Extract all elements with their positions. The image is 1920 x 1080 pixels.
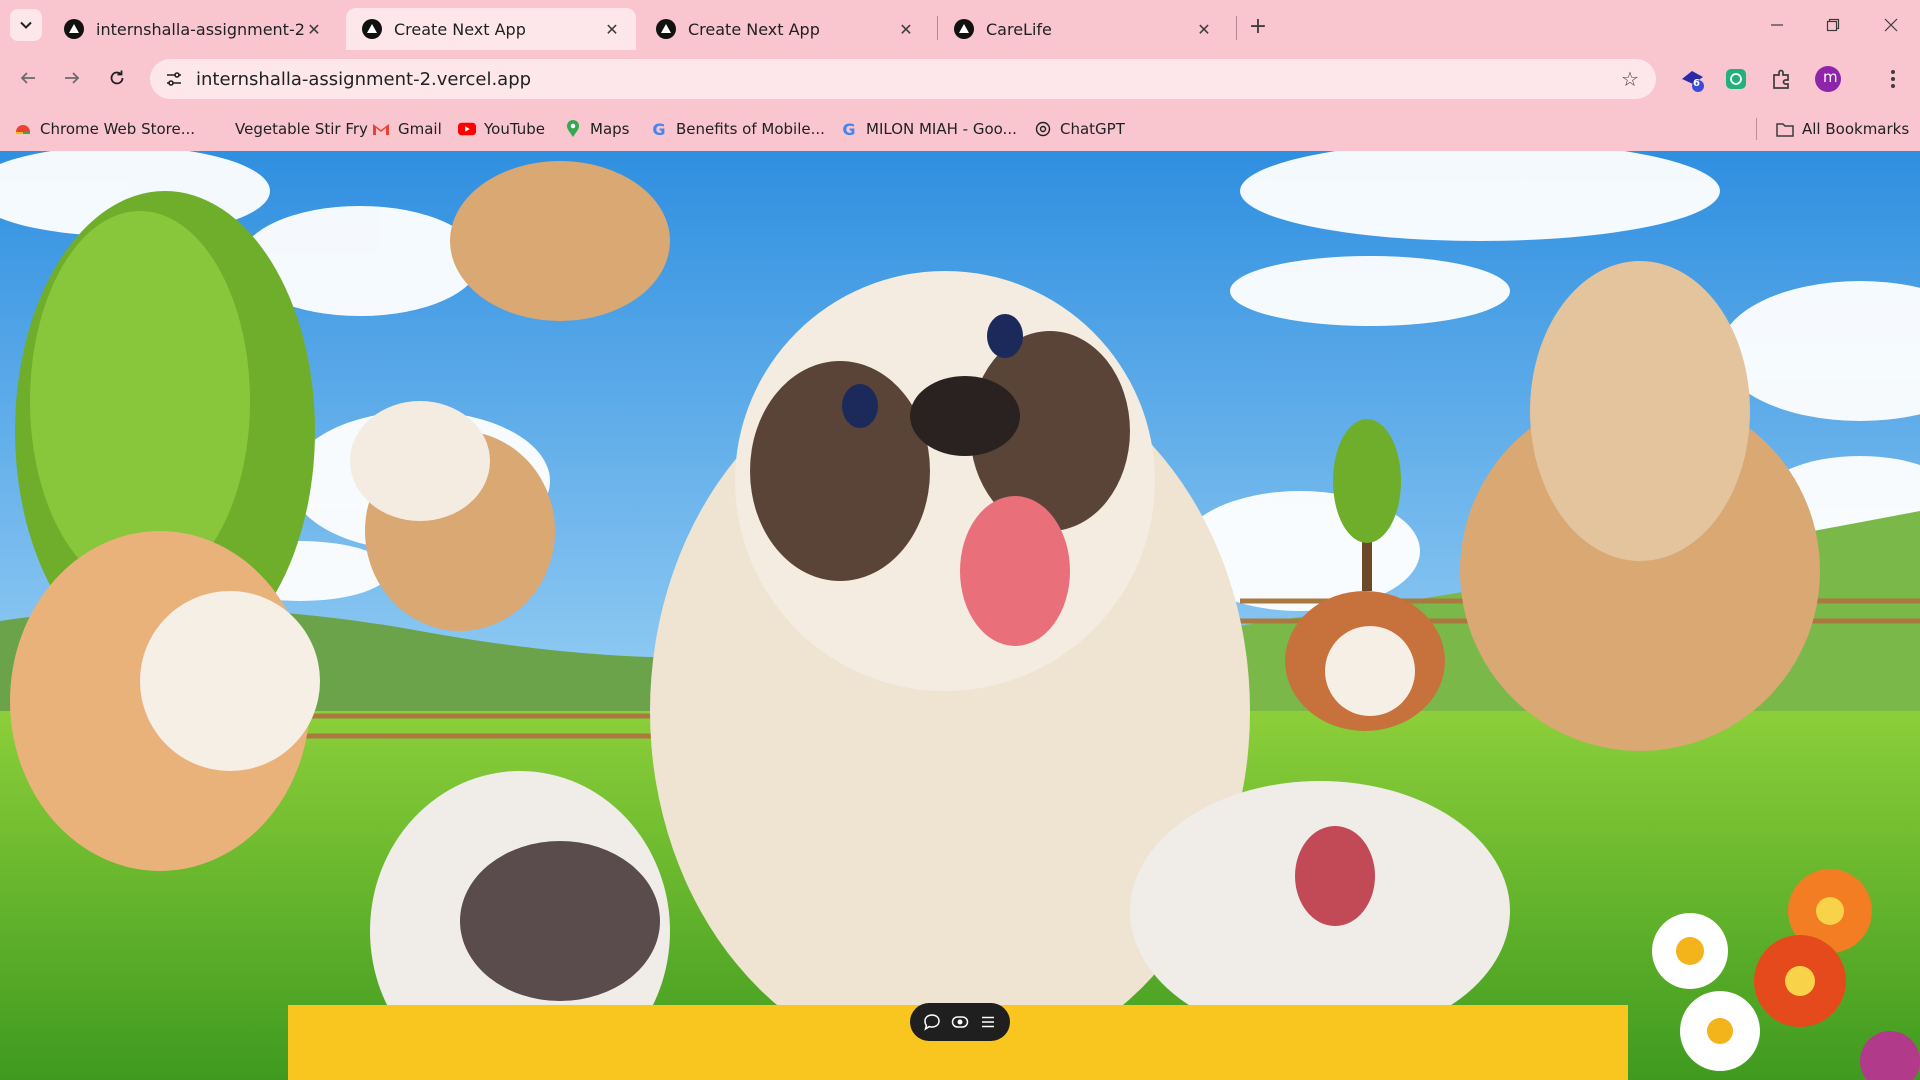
back-button[interactable]: [10, 60, 46, 96]
page-content: [0, 151, 1920, 1080]
close-icon[interactable]: ✕: [602, 19, 622, 39]
minimize-button[interactable]: [1754, 0, 1800, 50]
restore-button[interactable]: [1810, 0, 1856, 50]
vercel-favicon-icon: [64, 19, 84, 39]
restore-icon: [1826, 18, 1840, 32]
eye-toggle-icon[interactable]: [949, 1011, 971, 1033]
google-icon: G: [842, 119, 856, 139]
tab-create-next-app-active[interactable]: Create Next App ✕: [346, 8, 636, 50]
tab-separator: [1236, 16, 1237, 40]
extension-green-icon[interactable]: [1721, 64, 1751, 94]
bookmark-milon-miah[interactable]: G MILON MIAH - Goo...: [840, 116, 1017, 142]
vercel-favicon-icon: [954, 19, 974, 39]
chrome-web-store-icon: [14, 120, 32, 138]
all-bookmarks-button[interactable]: All Bookmarks: [1776, 116, 1909, 142]
extension-hat-icon[interactable]: 6: [1678, 64, 1708, 94]
tab-title: Create Next App: [394, 19, 526, 39]
bookmark-label: Gmail: [398, 120, 442, 138]
toolbar: internshalla-assignment-2.vercel.app ☆ 6…: [0, 50, 1920, 108]
url-text[interactable]: internshalla-assignment-2.vercel.app: [196, 69, 531, 90]
tab-title: internshalla-assignment-2 - Ov: [96, 19, 304, 39]
bookmark-label: All Bookmarks: [1802, 120, 1910, 138]
site-settings-icon[interactable]: [160, 65, 188, 93]
bookmark-vegetable-stir-fry[interactable]: Vegetable Stir Fry: [235, 116, 368, 142]
minimize-icon: [1771, 24, 1783, 26]
hero-puppies-image: [0, 151, 1920, 1080]
close-icon[interactable]: ✕: [1194, 19, 1214, 39]
tab-search-button[interactable]: [10, 9, 42, 41]
bookmark-label: Chrome Web Store...: [40, 120, 196, 138]
menu-icon[interactable]: [977, 1011, 999, 1033]
floating-toolbar: [910, 1003, 1010, 1041]
tab-carelife[interactable]: CareLife ✕: [938, 8, 1228, 50]
vercel-favicon-icon: [656, 19, 676, 39]
bookmark-youtube[interactable]: YouTube: [458, 116, 545, 142]
tab-create-next-app[interactable]: Create Next App ✕: [640, 8, 930, 50]
bookmarks-bar: Chrome Web Store... Vegetable Stir Fry G…: [0, 108, 1920, 151]
back-arrow-icon: [20, 72, 35, 84]
chatgpt-icon: [1034, 120, 1052, 138]
bookmark-star-icon[interactable]: ☆: [1616, 65, 1644, 93]
youtube-icon: [458, 120, 476, 138]
chevron-down-icon: [20, 21, 32, 29]
new-tab-button[interactable]: +: [1244, 12, 1272, 40]
maps-icon: [564, 120, 582, 138]
tab-title: CareLife: [986, 19, 1052, 39]
close-icon[interactable]: ✕: [896, 19, 916, 39]
bookmark-label: ChatGPT: [1060, 120, 1125, 138]
close-window-button[interactable]: [1868, 0, 1914, 50]
bookmark-label: Benefits of Mobile...: [676, 120, 825, 138]
close-icon: [1884, 18, 1898, 32]
bookmark-label: Maps: [590, 120, 630, 138]
bookmarks-separator: [1756, 118, 1757, 140]
reload-button[interactable]: [99, 60, 135, 96]
vercel-favicon-icon: [362, 19, 382, 39]
folder-icon: [1776, 120, 1794, 138]
close-icon[interactable]: ✕: [304, 19, 324, 39]
extensions-puzzle-icon[interactable]: [1767, 64, 1797, 94]
browser-chrome: internshalla-assignment-2 - Ov ✕ Create …: [0, 0, 1920, 151]
bookmark-maps[interactable]: Maps: [564, 116, 629, 142]
bookmark-label: YouTube: [484, 120, 545, 138]
address-bar[interactable]: internshalla-assignment-2.vercel.app ☆: [150, 59, 1656, 99]
bookmark-chrome-web-store[interactable]: Chrome Web Store...: [14, 116, 195, 142]
profile-avatar[interactable]: m: [1811, 62, 1845, 96]
reload-icon: [110, 70, 124, 85]
bookmark-benefits-of-mobile[interactable]: G Benefits of Mobile...: [650, 116, 825, 142]
bookmark-gmail[interactable]: Gmail: [372, 116, 442, 142]
more-menu-icon[interactable]: [1878, 64, 1908, 94]
google-icon: G: [652, 119, 666, 139]
forward-arrow-icon: [65, 72, 80, 84]
tab-title: Create Next App: [688, 19, 820, 39]
extension-badge: 6: [1693, 78, 1700, 89]
gmail-icon: [372, 120, 390, 138]
bookmark-label: MILON MIAH - Goo...: [866, 120, 1017, 138]
tab-internshalla[interactable]: internshalla-assignment-2 - Ov ✕: [48, 8, 338, 50]
profile-initial: m: [1823, 68, 1838, 86]
tab-strip: internshalla-assignment-2 - Ov ✕ Create …: [0, 0, 1920, 50]
forward-button[interactable]: [54, 60, 90, 96]
bookmark-chatgpt[interactable]: ChatGPT: [1034, 116, 1125, 142]
bookmark-label: Vegetable Stir Fry: [235, 120, 368, 138]
chat-bubble-icon[interactable]: [921, 1011, 943, 1033]
